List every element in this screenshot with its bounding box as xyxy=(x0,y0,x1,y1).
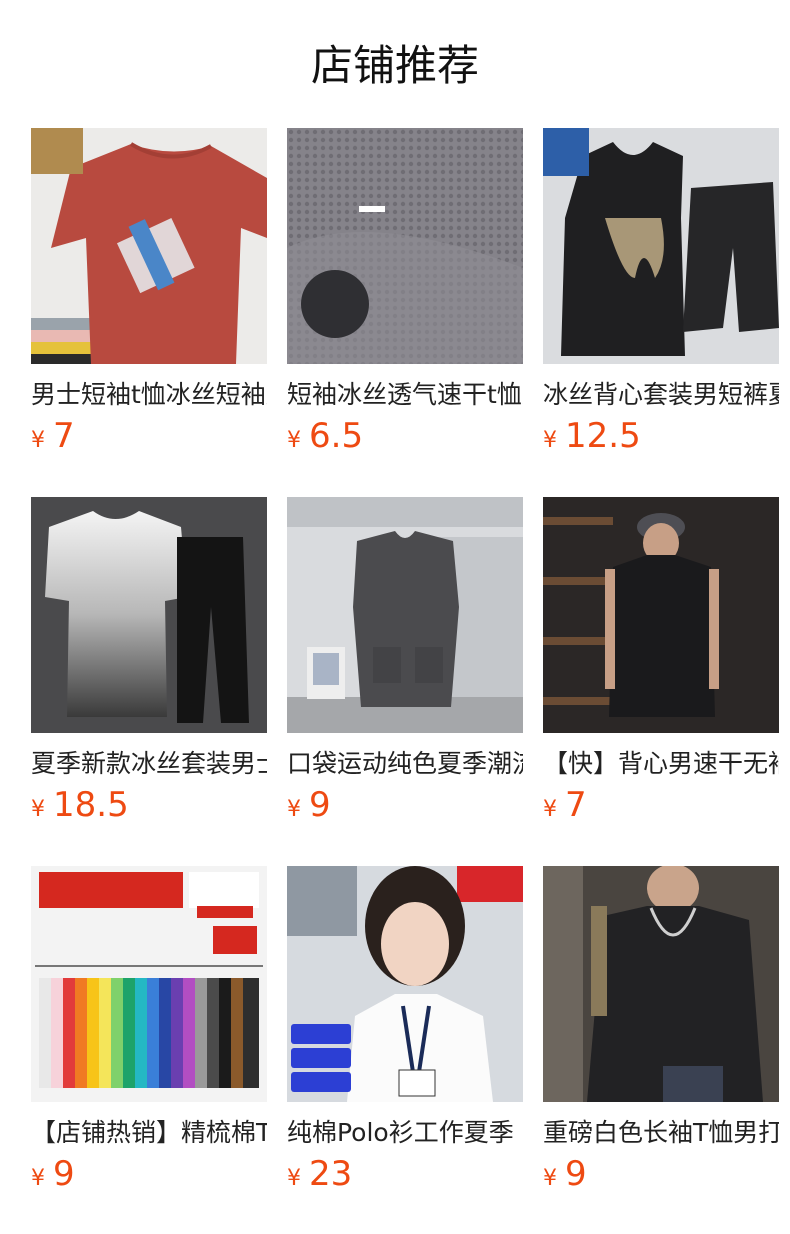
product-card[interactable]: 短袖冰丝透气速干t恤男 ¥6.5 xyxy=(287,128,523,468)
product-name[interactable]: 夏季新款冰丝套装男士 xyxy=(31,747,267,781)
product-name[interactable]: 【店铺热销】精梳棉T恤 xyxy=(31,1116,267,1150)
page-title: 店铺推荐 xyxy=(310,41,479,90)
product-price: ¥9 xyxy=(31,1152,75,1196)
product-price: ¥12.5 xyxy=(543,414,641,458)
product-price: ¥23 xyxy=(287,1152,352,1196)
product-card[interactable]: 重磅白色长袖T恤男打底 ¥9 xyxy=(543,866,779,1206)
currency-symbol: ¥ xyxy=(543,428,557,453)
product-card[interactable]: 男士短袖t恤冰丝短袖夏季 ¥7 xyxy=(31,128,267,468)
currency-symbol: ¥ xyxy=(287,797,301,822)
price-value: 7 xyxy=(565,785,587,825)
product-name[interactable]: 重磅白色长袖T恤男打底 xyxy=(543,1116,779,1150)
product-name[interactable]: 纯棉Polo衫工作夏季 xyxy=(287,1116,523,1150)
currency-symbol: ¥ xyxy=(31,1166,45,1191)
currency-symbol: ¥ xyxy=(287,428,301,453)
price-value: 9 xyxy=(53,1154,75,1194)
product-card[interactable]: 【快】背心男速干无袖 ¥7 xyxy=(543,497,779,837)
currency-symbol: ¥ xyxy=(31,797,45,822)
product-name[interactable]: 短袖冰丝透气速干t恤男 xyxy=(287,378,523,412)
product-card[interactable]: 【店铺热销】精梳棉T恤 ¥9 xyxy=(31,866,267,1206)
product-image[interactable] xyxy=(31,497,267,733)
price-value: 18.5 xyxy=(53,785,129,825)
product-image[interactable] xyxy=(287,128,523,364)
product-name[interactable]: 男士短袖t恤冰丝短袖夏季 xyxy=(31,378,267,412)
product-card[interactable]: 夏季新款冰丝套装男士 ¥18.5 xyxy=(31,497,267,837)
price-value: 7 xyxy=(53,416,75,456)
product-image[interactable] xyxy=(543,128,779,364)
currency-symbol: ¥ xyxy=(287,1166,301,1191)
product-image[interactable] xyxy=(543,866,779,1102)
product-image[interactable] xyxy=(31,128,267,364)
product-image[interactable] xyxy=(287,866,523,1102)
product-image[interactable] xyxy=(287,497,523,733)
price-value: 9 xyxy=(309,785,331,825)
price-value: 12.5 xyxy=(565,416,641,456)
product-card[interactable]: 口袋运动纯色夏季潮流 ¥9 xyxy=(287,497,523,837)
product-price: ¥7 xyxy=(543,783,587,827)
currency-symbol: ¥ xyxy=(543,797,557,822)
currency-symbol: ¥ xyxy=(543,1166,557,1191)
product-name[interactable]: 冰丝背心套装男短裤夏季 xyxy=(543,378,779,412)
product-price: ¥7 xyxy=(31,414,75,458)
price-value: 9 xyxy=(565,1154,587,1194)
product-price: ¥9 xyxy=(287,783,331,827)
product-price: ¥9 xyxy=(543,1152,587,1196)
product-image[interactable] xyxy=(543,497,779,733)
product-image[interactable] xyxy=(31,866,267,1102)
price-value: 23 xyxy=(309,1154,353,1194)
product-price: ¥18.5 xyxy=(31,783,129,827)
currency-symbol: ¥ xyxy=(31,428,45,453)
product-card[interactable]: 纯棉Polo衫工作夏季 ¥23 xyxy=(287,866,523,1206)
price-value: 6.5 xyxy=(309,416,364,456)
product-card[interactable]: 冰丝背心套装男短裤夏季 ¥12.5 xyxy=(543,128,779,468)
product-name[interactable]: 【快】背心男速干无袖 xyxy=(543,747,779,781)
product-name[interactable]: 口袋运动纯色夏季潮流 xyxy=(287,747,523,781)
product-price: ¥6.5 xyxy=(287,414,363,458)
